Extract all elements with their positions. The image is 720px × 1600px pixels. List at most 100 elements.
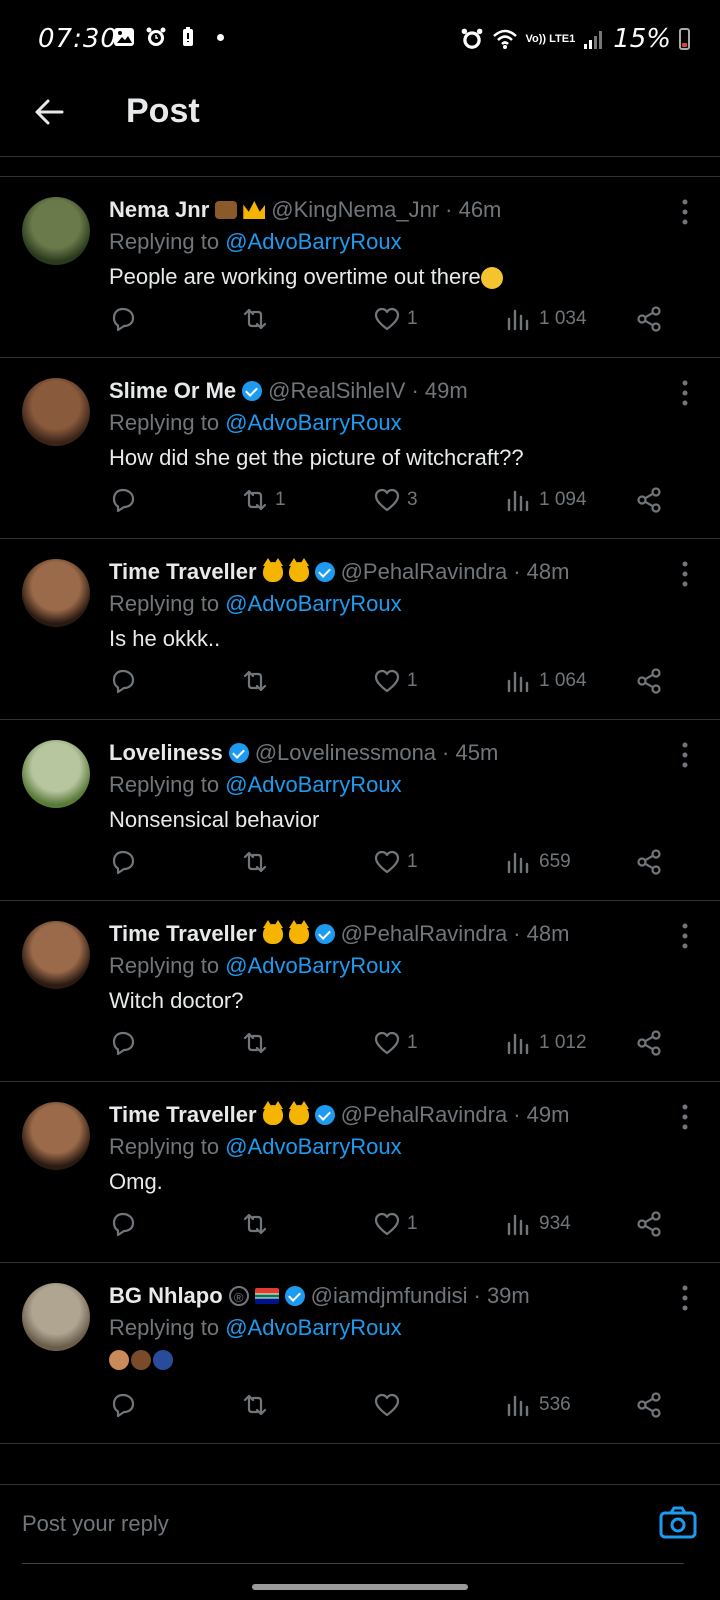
- views-button[interactable]: 934: [505, 1210, 571, 1238]
- like-count: 1: [407, 670, 418, 691]
- avatar[interactable]: [22, 378, 90, 446]
- views-button[interactable]: 1 012: [505, 1029, 587, 1057]
- share-button[interactable]: [635, 305, 663, 333]
- reply-button[interactable]: [109, 486, 137, 514]
- retweet-button[interactable]: [241, 305, 275, 333]
- share-button[interactable]: [635, 1029, 663, 1057]
- like-button[interactable]: 1: [373, 1029, 418, 1057]
- reply-item[interactable]: Slime Or Me @RealSihleIV · 49m Replying …: [0, 358, 720, 539]
- post-age: · 39m: [473, 1283, 530, 1308]
- more-options-icon[interactable]: [682, 199, 688, 225]
- reply-text-body: Omg.: [109, 1169, 163, 1194]
- retweet-button[interactable]: [241, 848, 275, 876]
- user-handle[interactable]: @RealSihleIV: [268, 378, 405, 404]
- retweet-icon: [243, 489, 267, 511]
- retweet-button[interactable]: [241, 667, 275, 695]
- avatar[interactable]: [22, 921, 90, 989]
- alarm-icon: [146, 27, 166, 46]
- share-icon: [637, 668, 661, 694]
- display-name[interactable]: Loveliness: [109, 740, 223, 766]
- views-button[interactable]: 659: [505, 848, 571, 876]
- app-header: Post: [0, 80, 720, 157]
- back-arrow-icon[interactable]: [32, 94, 68, 130]
- reply-item[interactable]: Time Traveller @PehalRavindra · 48m Repl…: [0, 901, 720, 1082]
- more-notifications-dot: [217, 33, 224, 41]
- share-button[interactable]: [635, 667, 663, 695]
- more-options-icon[interactable]: [682, 561, 688, 587]
- display-name[interactable]: Slime Or Me: [109, 378, 236, 404]
- mention-link[interactable]: @AdvoBarryRoux: [225, 772, 401, 797]
- reply-icon: [112, 1031, 135, 1056]
- reply-item[interactable]: Nema Jnr @KingNema_Jnr · 46m Replying to…: [0, 177, 720, 358]
- reply-button[interactable]: [109, 1029, 137, 1057]
- mention-link[interactable]: @AdvoBarryRoux: [225, 1315, 401, 1340]
- display-name[interactable]: Time Traveller: [109, 921, 257, 947]
- more-options-icon[interactable]: [682, 923, 688, 949]
- heart-icon: [374, 850, 400, 874]
- share-icon: [637, 487, 661, 513]
- retweet-button[interactable]: [241, 1029, 275, 1057]
- retweet-icon: [243, 1213, 267, 1235]
- reply-button[interactable]: [109, 305, 137, 333]
- avatar[interactable]: [22, 1283, 90, 1351]
- share-button[interactable]: [635, 486, 663, 514]
- like-button[interactable]: 3: [373, 486, 418, 514]
- like-button[interactable]: 1: [373, 667, 418, 695]
- more-options-icon[interactable]: [682, 1104, 688, 1130]
- like-button[interactable]: 1: [373, 1210, 418, 1238]
- display-name[interactable]: Time Traveller: [109, 1102, 257, 1128]
- like-button[interactable]: 1: [373, 848, 418, 876]
- views-button[interactable]: 1 034: [505, 305, 587, 333]
- display-name[interactable]: BG Nhlapo: [109, 1283, 223, 1309]
- avatar[interactable]: [22, 1102, 90, 1170]
- display-name[interactable]: Time Traveller: [109, 559, 257, 585]
- share-icon: [637, 1030, 661, 1056]
- user-handle[interactable]: @iamdjmfundisi: [311, 1283, 468, 1309]
- reply-button[interactable]: [109, 848, 137, 876]
- mention-link[interactable]: @AdvoBarryRoux: [225, 953, 401, 978]
- reply-button[interactable]: [109, 1391, 137, 1419]
- share-button[interactable]: [635, 1391, 663, 1419]
- reply-item[interactable]: Time Traveller @PehalRavindra · 48m Repl…: [0, 539, 720, 720]
- camera-icon[interactable]: [658, 1503, 698, 1543]
- more-options-icon[interactable]: [682, 742, 688, 768]
- like-button[interactable]: 1: [373, 305, 418, 333]
- retweet-button[interactable]: [241, 1210, 275, 1238]
- user-handle[interactable]: @PehalRavindra: [341, 559, 508, 585]
- avatar[interactable]: [22, 740, 90, 808]
- reply-item[interactable]: Loveliness @Lovelinessmona · 45m Replyin…: [0, 720, 720, 901]
- display-name[interactable]: Nema Jnr: [109, 197, 209, 223]
- home-indicator[interactable]: [252, 1584, 468, 1590]
- views-button[interactable]: 1 064: [505, 667, 587, 695]
- retweet-button[interactable]: 1: [241, 486, 286, 514]
- alarm-icon: [461, 28, 482, 49]
- user-handle[interactable]: @KingNema_Jnr: [271, 197, 439, 223]
- views-icon: [507, 852, 529, 874]
- share-button[interactable]: [635, 848, 663, 876]
- reply-button[interactable]: [109, 667, 137, 695]
- avatar[interactable]: [22, 559, 90, 627]
- reply-actions: 1 659: [109, 848, 689, 878]
- reply-button[interactable]: [109, 1210, 137, 1238]
- reply-text: Omg.: [109, 1169, 670, 1199]
- share-button[interactable]: [635, 1210, 663, 1238]
- reply-item[interactable]: Time Traveller @PehalRavindra · 49m Repl…: [0, 1082, 720, 1263]
- retweet-button[interactable]: [241, 1391, 275, 1419]
- like-button[interactable]: [373, 1391, 407, 1419]
- mention-link[interactable]: @AdvoBarryRoux: [225, 410, 401, 435]
- more-options-icon[interactable]: [682, 1285, 688, 1311]
- user-handle[interactable]: @PehalRavindra: [341, 921, 508, 947]
- views-button[interactable]: 1 094: [505, 486, 587, 514]
- reply-input[interactable]: Post your reply: [22, 1511, 169, 1537]
- user-handle[interactable]: @Lovelinessmona: [255, 740, 436, 766]
- views-button[interactable]: 536: [505, 1391, 571, 1419]
- like-count: 1: [407, 851, 418, 872]
- more-options-icon[interactable]: [682, 380, 688, 406]
- reply-author-line: Time Traveller @PehalRavindra · 48m: [109, 919, 670, 949]
- reply-item[interactable]: BG Nhlapo ® @iamdjmfundisi · 39m Replyin…: [0, 1263, 720, 1444]
- mention-link[interactable]: @AdvoBarryRoux: [225, 1134, 401, 1159]
- user-handle[interactable]: @PehalRavindra: [341, 1102, 508, 1128]
- avatar[interactable]: [22, 197, 90, 265]
- mention-link[interactable]: @AdvoBarryRoux: [225, 591, 401, 616]
- mention-link[interactable]: @AdvoBarryRoux: [225, 229, 401, 254]
